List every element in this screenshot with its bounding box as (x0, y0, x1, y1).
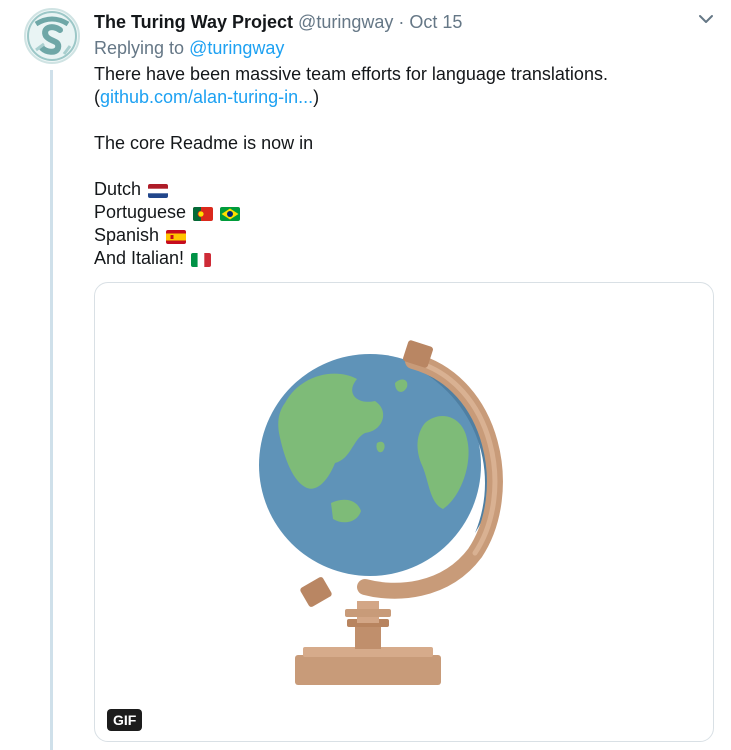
replying-handle-link[interactable]: @turingway (189, 38, 284, 58)
language-italian: And Italian! (94, 247, 714, 270)
language-dutch: Dutch (94, 178, 714, 201)
github-link[interactable]: github.com/alan-turing-in... (100, 87, 313, 107)
spain-flag-icon (166, 230, 187, 244)
brazil-flag-icon (220, 207, 241, 221)
replying-to: Replying to @turingway (94, 36, 714, 60)
turing-way-logo-icon (27, 11, 77, 61)
thread-connector-line (50, 70, 53, 750)
language-label: Portuguese (94, 202, 187, 222)
tweet-date[interactable]: Oct 15 (409, 12, 462, 32)
portugal-flag-icon (193, 207, 214, 221)
italy-flag-icon (191, 253, 212, 267)
language-label: And Italian! (94, 248, 185, 268)
header-separator: · (398, 12, 405, 32)
globe-icon (259, 340, 503, 685)
text-line-1: There have been massive team efforts for… (94, 64, 608, 84)
netherlands-flag-icon (148, 184, 169, 198)
author-handle[interactable]: @turingway (298, 12, 393, 32)
tweet-text: There have been massive team efforts for… (94, 63, 714, 270)
author-name[interactable]: The Turing Way Project (94, 12, 293, 32)
language-label: Spanish (94, 225, 160, 245)
language-label: Dutch (94, 179, 142, 199)
gif-media[interactable]: GIF (94, 282, 714, 742)
profile-avatar[interactable] (24, 8, 80, 64)
tweet-header: The Turing Way Project @turingway · Oct … (94, 10, 714, 34)
gif-badge: GIF (107, 709, 143, 731)
language-spanish: Spanish (94, 224, 714, 247)
text-line-3: The core Readme is now in (94, 133, 314, 153)
tweet[interactable]: The Turing Way Project @turingway · Oct … (0, 0, 731, 750)
text-line-2: (github.com/alan-turing-in...) (94, 86, 714, 109)
link-close-paren: ) (313, 87, 320, 107)
language-portuguese: Portuguese (94, 201, 714, 224)
tweet-content: The Turing Way Project @turingway · Oct … (94, 10, 714, 270)
replying-prefix: Replying to (94, 38, 185, 58)
